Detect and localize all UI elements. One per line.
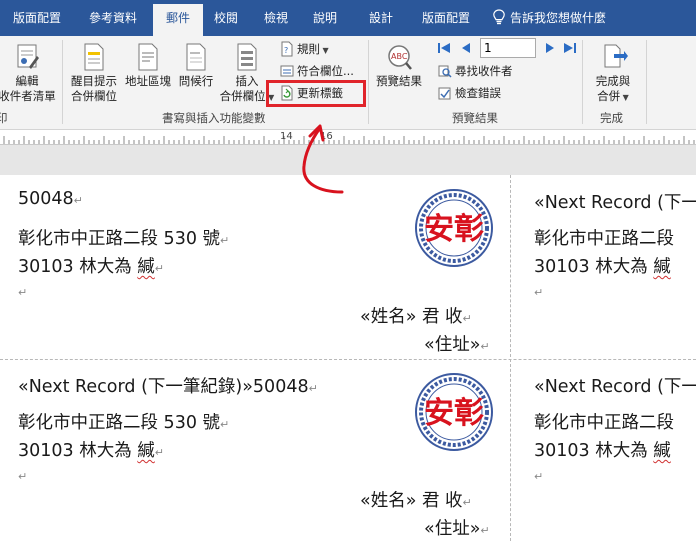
ribbon-body: 編輯 收件者清單 印 醒目提示 合併欄位 地址區塊 問候行 插入 合併欄位 ▼ …: [0, 36, 696, 130]
greeting-line-button[interactable]: 問候行: [174, 42, 218, 89]
group-separator: [62, 40, 63, 124]
label2-sender: 30103 林大為 緘↵: [18, 441, 165, 461]
next-record-button[interactable]: [542, 40, 558, 59]
highlight-fields-line2: 合併欄位: [71, 89, 117, 103]
label1-sender: 30103 林大為 緘↵: [18, 257, 165, 277]
label2-address: 彰化市中正路二段 530 號↵: [18, 413, 230, 433]
group-label-preview: 預覽結果: [452, 111, 498, 125]
tab-layout[interactable]: 版面配置: [4, 0, 70, 36]
insert-field-line1: 插入: [235, 74, 259, 88]
right-label2-line1: «Next Record (下一: [534, 377, 696, 397]
tell-me-box[interactable]: 告訴我您想做什麼: [492, 0, 606, 36]
right-label1-line1: «Next Record (下一: [534, 193, 696, 213]
right-label2-address: 彰化市中正路二段: [534, 413, 674, 433]
label-grid-horizontal: [0, 359, 696, 360]
stamp-text: 安彰: [424, 396, 484, 431]
match-fields-icon: [280, 65, 294, 77]
label1-name-field: «姓名» 君 收↵: [360, 307, 472, 327]
label1-empty-line: ↵: [18, 286, 28, 299]
label2-line1: «Next Record (下一筆紀錄)»50048↵: [18, 377, 318, 397]
last-record-button[interactable]: [562, 40, 578, 59]
stamp-logo: 安彰: [415, 189, 493, 267]
check-errors-button[interactable]: 檢查錯誤: [438, 84, 501, 102]
label-grid-vertical: [510, 175, 511, 541]
find-recipient-icon: [438, 65, 452, 78]
highlight-fields-line1: 醒目提示: [71, 74, 117, 88]
match-fields-button[interactable]: 符合欄位...: [280, 62, 354, 80]
edit-recipients-line2: 收件者清單: [0, 89, 56, 103]
record-number-input[interactable]: 1: [480, 38, 536, 58]
right-label1-address: 彰化市中正路二段: [534, 229, 674, 249]
tab-design[interactable]: 設計: [357, 0, 405, 36]
tab-table-layout[interactable]: 版面配置: [413, 0, 479, 36]
group-separator: [582, 40, 583, 124]
label1-address: 彰化市中正路二段 530 號↵: [18, 229, 230, 249]
group-label-finish: 完成: [600, 111, 623, 125]
finish-merge-line2: 合併: [597, 89, 621, 103]
rules-label: 規則: [297, 42, 320, 56]
match-fields-label: 符合欄位...: [297, 64, 354, 78]
group-label-write-insert: 書寫與插入功能變數: [162, 111, 266, 125]
last-record-icon: [564, 43, 576, 53]
previous-record-button[interactable]: [458, 40, 474, 59]
address-block-icon: [138, 43, 158, 71]
preview-results-label: 預覽結果: [376, 74, 422, 88]
right-label2-sender: 30103 林大為 緘: [534, 441, 671, 461]
stamp-text: 安彰: [424, 212, 484, 247]
finish-merge-icon: [604, 44, 628, 68]
right-label1-empty-line: ↵: [534, 286, 544, 299]
svg-text:?: ?: [284, 46, 288, 55]
finish-merge-line1: 完成與: [595, 74, 631, 88]
label1-line1: 50048↵: [18, 189, 83, 209]
finish-merge-button[interactable]: 完成與 合併 ▼: [586, 42, 640, 105]
previous-record-icon: [462, 43, 470, 53]
label2-name-field: «姓名» 君 收↵: [360, 491, 472, 511]
address-block-label: 地址區塊: [125, 74, 171, 88]
chevron-down-icon: ▼: [320, 46, 329, 55]
stamp-logo: 安彰: [415, 373, 493, 451]
label2-address-field: «住址»↵: [424, 519, 490, 539]
first-record-button[interactable]: [436, 40, 452, 59]
tab-help[interactable]: 說明: [304, 0, 346, 36]
document-canvas[interactable]: 50048↵ 彰化市中正路二段 530 號↵ 30103 林大為 緘↵ ↵ «姓…: [0, 175, 696, 541]
ribbon-tab-bar: 版面配置 參考資料 郵件 校閱 檢視 說明 設計 版面配置 告訴我您想做什麼: [0, 0, 696, 36]
highlight-fields-icon: [84, 43, 104, 71]
highlight-merge-fields-button[interactable]: 醒目提示 合併欄位: [68, 42, 120, 104]
tell-me-text: 告訴我您想做什麼: [510, 11, 607, 25]
check-errors-label: 檢查錯誤: [455, 86, 501, 100]
edit-recipients-line1: 編輯: [15, 74, 39, 88]
find-recipient-button[interactable]: 尋找收件者: [438, 62, 513, 80]
lightbulb-icon: [493, 9, 505, 25]
update-labels-highlight-box: [266, 80, 366, 107]
insert-merge-field-icon: [237, 43, 257, 71]
insert-field-line2: 合併欄位: [219, 89, 266, 103]
right-label2-empty-line: ↵: [534, 470, 544, 483]
edit-recipient-list-button[interactable]: 編輯 收件者清單: [0, 42, 60, 104]
preview-results-button[interactable]: ABC 預覽結果: [372, 42, 426, 89]
right-label1-sender: 30103 林大為 緘: [534, 257, 671, 277]
svg-text:ABC: ABC: [391, 52, 408, 61]
group-label-start-partial: 印: [0, 111, 8, 125]
address-block-button[interactable]: 地址區塊: [122, 42, 174, 89]
group-separator: [646, 40, 647, 124]
rules-button[interactable]: ? 規則 ▼: [280, 40, 329, 58]
chevron-down-icon: ▼: [620, 93, 629, 102]
first-record-icon: [438, 43, 450, 53]
tab-review[interactable]: 校閱: [206, 0, 246, 36]
check-errors-icon: [438, 87, 451, 100]
tab-mailings[interactable]: 郵件: [153, 4, 203, 36]
edit-recipients-icon: [17, 44, 39, 69]
next-record-icon: [546, 43, 554, 53]
rules-icon: ?: [281, 41, 293, 57]
find-recipient-label: 尋找收件者: [455, 64, 513, 78]
preview-results-icon: ABC: [388, 45, 412, 70]
label1-address-field: «住址»↵: [424, 335, 490, 355]
greeting-line-icon: [186, 43, 206, 71]
greeting-line-label: 問候行: [178, 74, 214, 88]
tab-view[interactable]: 檢視: [255, 0, 297, 36]
annotation-arrow-icon: [302, 124, 344, 194]
tab-references[interactable]: 參考資料: [76, 0, 150, 36]
group-separator: [368, 40, 369, 124]
label2-empty-line: ↵: [18, 470, 28, 483]
